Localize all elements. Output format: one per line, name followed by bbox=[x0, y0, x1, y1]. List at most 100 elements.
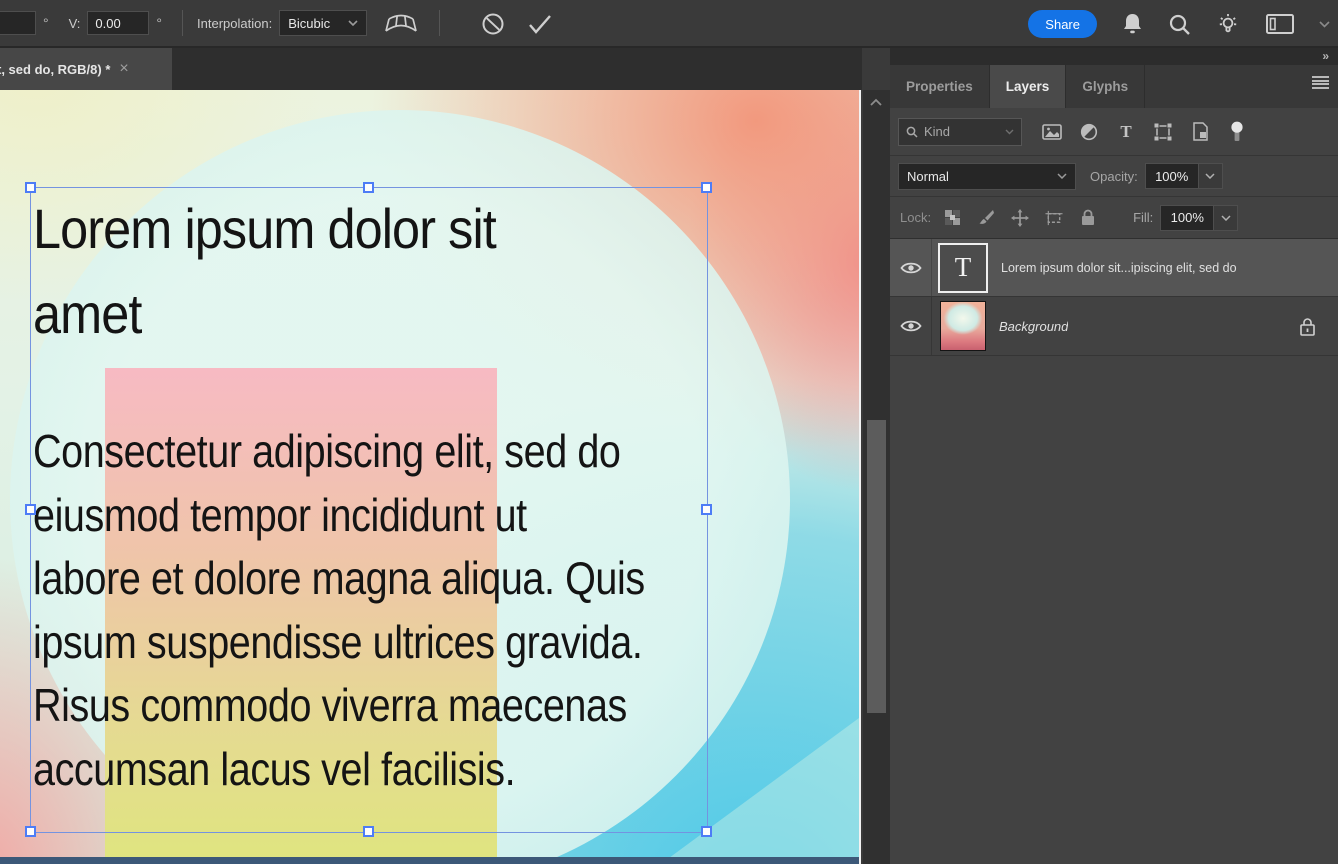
body-line: eiusmod tempor incididunt ut bbox=[33, 488, 527, 541]
options-separator bbox=[182, 10, 184, 36]
opacity-dropdown-button[interactable] bbox=[1198, 163, 1223, 189]
heading-line: Lorem ipsum dolor sit bbox=[33, 197, 497, 260]
transform-handle-mid-left[interactable] bbox=[25, 504, 36, 515]
bell-icon[interactable] bbox=[1121, 12, 1144, 36]
document-canvas[interactable]: Lorem ipsum dolor sit amet Consectetur a… bbox=[0, 90, 861, 864]
warp-mode-icon[interactable] bbox=[381, 6, 421, 40]
document-tab-title: t, sed do, RGB/8) * bbox=[0, 61, 111, 77]
double-chevron-icon[interactable]: » bbox=[1322, 49, 1329, 63]
transform-handle-bottom-center[interactable] bbox=[363, 826, 374, 837]
close-icon[interactable]: × bbox=[119, 60, 128, 78]
lock-artboard-icon[interactable] bbox=[1045, 209, 1063, 227]
v-skew-field[interactable]: 0.00 bbox=[87, 11, 150, 35]
filter-shape-icon[interactable] bbox=[1153, 122, 1173, 142]
transform-options-bar: 00 ° V: 0.00 ° Interpolation: Bicubic bbox=[0, 0, 1338, 48]
app-bar-right: Share bbox=[1028, 0, 1330, 48]
cancel-transform-icon[interactable] bbox=[480, 11, 506, 37]
layer-row-background[interactable]: Background bbox=[890, 297, 1338, 356]
background-bottom-strip bbox=[0, 857, 859, 864]
lock-row: Lock: Fill: 100% bbox=[890, 197, 1338, 239]
canvas-body-text: Consectetur adipiscing elit, sed do eius… bbox=[33, 420, 744, 801]
transform-handle-bottom-left[interactable] bbox=[25, 826, 36, 837]
tab-glyphs[interactable]: Glyphs bbox=[1066, 65, 1146, 108]
transform-handle-top-left[interactable] bbox=[25, 182, 36, 193]
panel-header-strip: » bbox=[890, 48, 1338, 65]
layer-name[interactable]: Background bbox=[999, 319, 1068, 334]
filter-toggle-icon[interactable] bbox=[1227, 121, 1247, 142]
scrollbar-thumb[interactable] bbox=[867, 420, 886, 713]
body-line: labore et dolore magna aliqua. Quis bbox=[33, 552, 645, 604]
lock-all-icon[interactable] bbox=[1079, 209, 1097, 227]
lightbulb-icon[interactable] bbox=[1215, 11, 1241, 37]
commit-transform-icon[interactable] bbox=[527, 11, 553, 37]
opacity-value: 100% bbox=[1155, 168, 1189, 184]
fill-dropdown-button[interactable] bbox=[1214, 204, 1239, 231]
lock-icons bbox=[943, 208, 1097, 227]
canvas-scrollbar[interactable] bbox=[863, 90, 890, 864]
layers-panel: » Properties Layers Glyphs Kind T Normal… bbox=[890, 48, 1338, 864]
panel-tab-bar: Properties Layers Glyphs bbox=[890, 65, 1338, 108]
lock-paint-icon[interactable] bbox=[977, 209, 995, 227]
fill-field[interactable]: 100% bbox=[1160, 204, 1215, 231]
background-layer-thumbnail[interactable] bbox=[940, 301, 986, 351]
transform-handle-bottom-right[interactable] bbox=[701, 826, 712, 837]
body-line: Risus commodo viverra maecenas bbox=[33, 679, 627, 731]
body-line: accumsan lacus vel facilisis. bbox=[33, 742, 516, 795]
type-glyph: T bbox=[954, 252, 972, 282]
tab-layers[interactable]: Layers bbox=[989, 65, 1067, 108]
filter-type-icon[interactable]: T bbox=[1116, 122, 1136, 142]
text-layer-thumbnail[interactable]: T bbox=[938, 242, 988, 293]
filter-image-icon[interactable] bbox=[1042, 122, 1062, 142]
chevron-down-icon bbox=[1057, 173, 1067, 179]
h-degree-unit: ° bbox=[43, 15, 49, 31]
document-tab[interactable]: t, sed do, RGB/8) * × bbox=[0, 48, 172, 90]
tablet-icon[interactable] bbox=[1265, 12, 1295, 36]
panel-menu-icon[interactable] bbox=[1312, 76, 1329, 89]
opacity-field[interactable]: 100% bbox=[1144, 163, 1199, 189]
blend-mode-value: Normal bbox=[907, 168, 949, 184]
kind-search-icon bbox=[906, 126, 918, 138]
lock-label: Lock: bbox=[900, 210, 932, 225]
transform-handle-top-right[interactable] bbox=[701, 182, 712, 193]
lock-badge-icon[interactable] bbox=[1299, 317, 1316, 336]
layer-filter-icons: T bbox=[1042, 122, 1247, 142]
transform-handle-mid-right[interactable] bbox=[701, 504, 712, 515]
h-skew-field[interactable]: 00 bbox=[0, 11, 36, 35]
interpolation-label: Interpolation: bbox=[197, 15, 273, 31]
heading-line: amet bbox=[33, 282, 142, 345]
blend-mode-select[interactable]: Normal bbox=[898, 162, 1076, 190]
interpolation-select[interactable]: Bicubic bbox=[279, 10, 368, 36]
layer-name[interactable]: Lorem ipsum dolor sit...ipiscing elit, s… bbox=[1001, 261, 1237, 275]
photoshop-window: 00 ° V: 0.00 ° Interpolation: Bicubic bbox=[0, 0, 1338, 864]
kind-filter-label: Kind bbox=[924, 124, 951, 139]
search-icon[interactable] bbox=[1168, 13, 1191, 36]
eye-icon[interactable] bbox=[890, 239, 932, 296]
lock-transparent-icon[interactable] bbox=[943, 209, 961, 227]
v-degree-unit: ° bbox=[156, 15, 163, 31]
chevron-down-icon bbox=[348, 20, 358, 26]
opacity-label: Opacity: bbox=[1090, 168, 1138, 184]
scroll-up-icon[interactable] bbox=[869, 98, 883, 107]
transform-handle-top-center[interactable] bbox=[363, 182, 374, 193]
layer-filter-row: Kind T bbox=[890, 108, 1338, 156]
body-line: Consectetur adipiscing elit, sed do bbox=[33, 425, 621, 477]
blend-mode-row: Normal Opacity: 100% bbox=[890, 156, 1338, 197]
fill-label: Fill: bbox=[1133, 210, 1154, 225]
v-skew-label: V: bbox=[68, 15, 81, 31]
tab-properties[interactable]: Properties bbox=[890, 65, 990, 108]
chevron-down-icon[interactable] bbox=[1319, 20, 1330, 28]
lock-position-icon[interactable] bbox=[1011, 208, 1030, 227]
kind-filter-select[interactable]: Kind bbox=[898, 117, 1022, 146]
filter-adjustment-icon[interactable] bbox=[1079, 122, 1099, 142]
canvas-heading-text: Lorem ipsum dolor sit amet bbox=[33, 186, 547, 356]
document-tab-bar: t, sed do, RGB/8) * × bbox=[0, 48, 862, 90]
layers-panel-body: Kind T Normal Opacity: 100% Lock: Fill: … bbox=[890, 108, 1338, 864]
eye-icon[interactable] bbox=[890, 297, 932, 355]
body-line: ipsum suspendisse ultrices gravida. bbox=[33, 615, 643, 668]
chevron-down-icon bbox=[1005, 129, 1014, 135]
interpolation-value: Bicubic bbox=[288, 15, 331, 31]
share-button[interactable]: Share bbox=[1028, 10, 1097, 38]
layer-row-text[interactable]: T Lorem ipsum dolor sit...ipiscing elit,… bbox=[890, 239, 1338, 297]
fill-value: 100% bbox=[1170, 210, 1204, 225]
filter-smartobject-icon[interactable] bbox=[1190, 122, 1210, 142]
